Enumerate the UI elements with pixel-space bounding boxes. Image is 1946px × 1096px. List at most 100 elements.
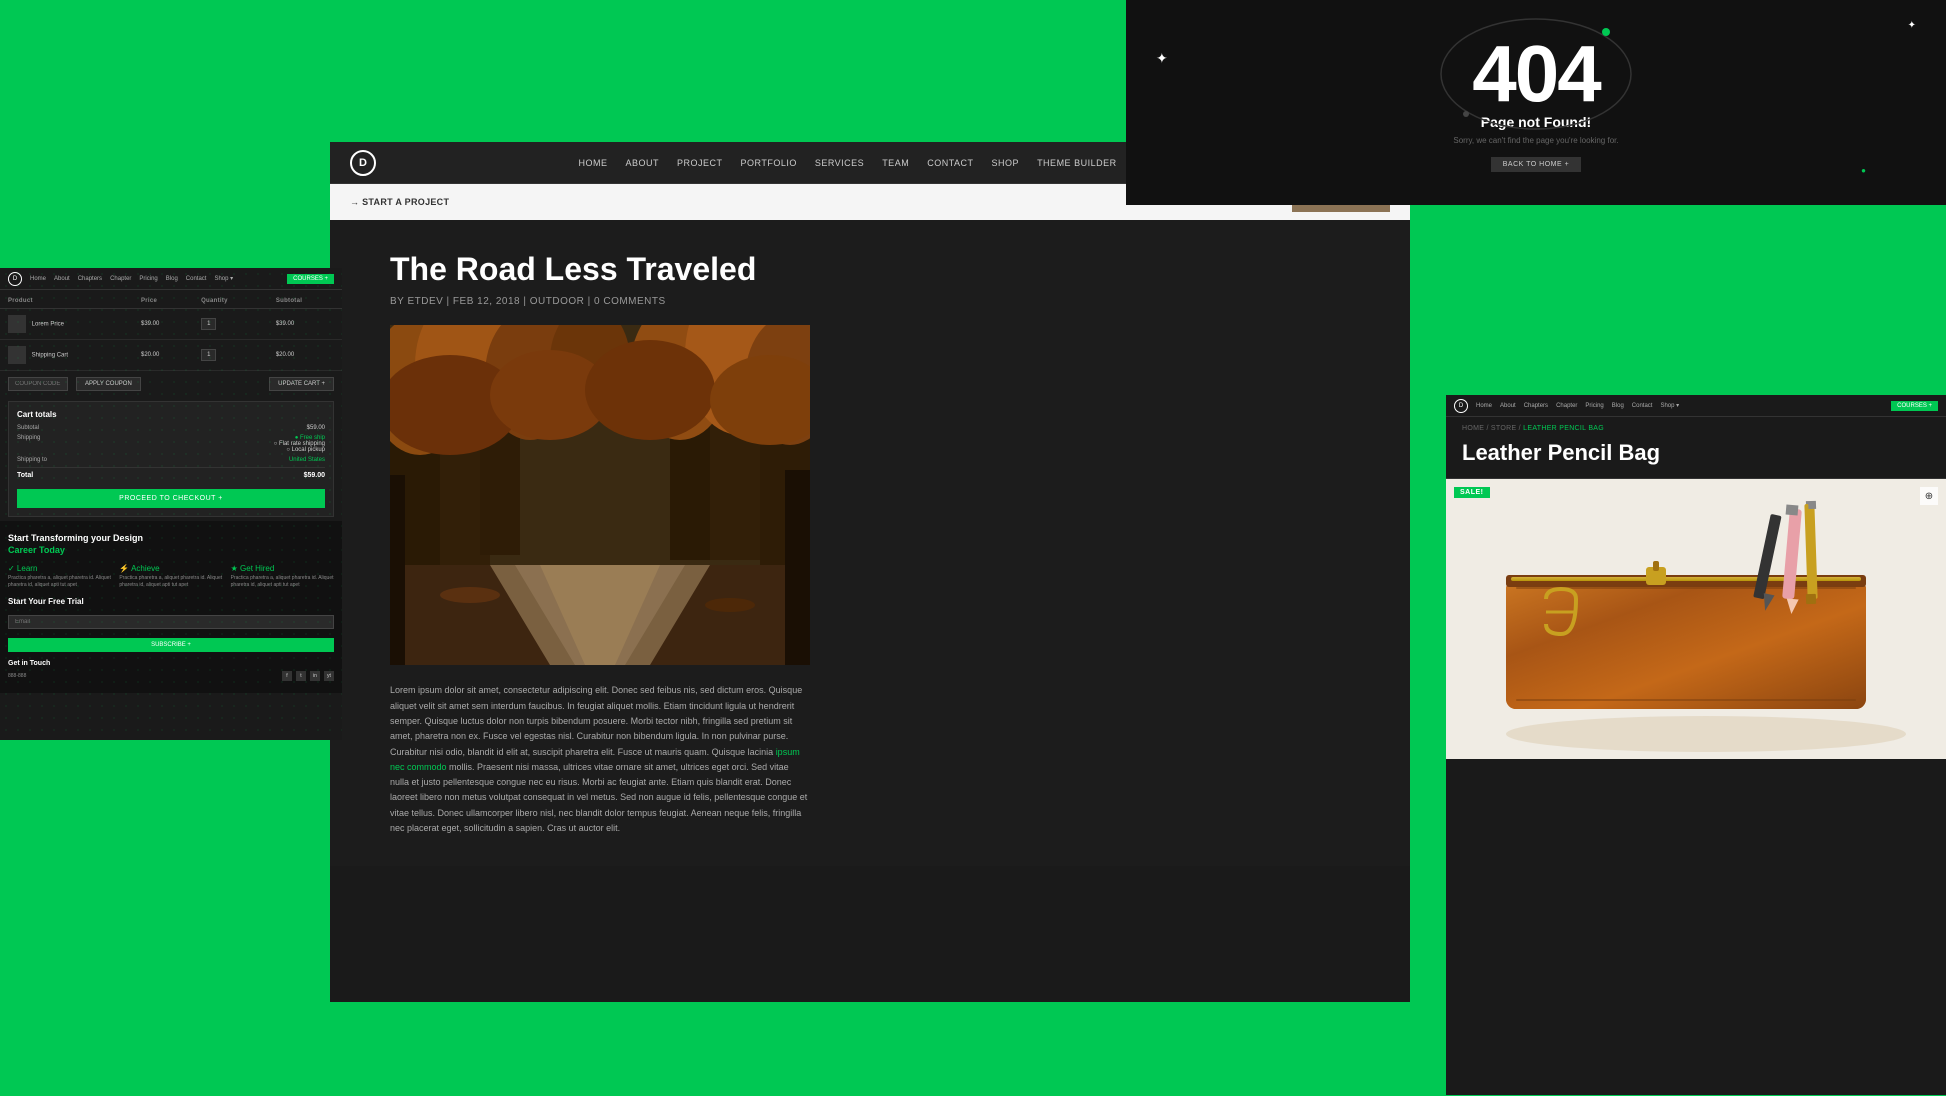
subscribe-button[interactable]: SUBSCRIBE + — [8, 638, 334, 652]
star-right-icon: ✦ — [1908, 20, 1916, 31]
product-image: SALE! ⊕ — [1446, 479, 1946, 759]
brp-nav-shop[interactable]: Shop ▾ — [1660, 402, 1679, 409]
twitter-icon[interactable]: t — [296, 671, 306, 681]
lp-nav-about[interactable]: About — [54, 276, 70, 282]
error-code-text: 404 — [1472, 34, 1599, 114]
free-trial-email-input[interactable] — [8, 615, 334, 629]
blog-body-text: Lorem ipsum dolor sit amet, consectetur … — [390, 683, 810, 836]
nav-link-services[interactable]: SERVICES — [815, 158, 864, 168]
learn-icon: ✓ Learn — [8, 564, 111, 573]
lp-nav-cta[interactable]: COURSES + — [287, 274, 334, 284]
brp-nav-bar: D Home About Chapters Chapter Pricing Bl… — [1446, 395, 1946, 417]
brp-nav-blog[interactable]: Blog — [1612, 403, 1624, 409]
nav-link-theme-builder[interactable]: THEME BUILDER — [1037, 158, 1117, 168]
shipping-to-row: Shipping to United States — [17, 457, 325, 463]
contact-phone: 888-888 — [8, 673, 26, 679]
cart-totals-title: Cart totals — [17, 410, 325, 419]
nav-link-shop[interactable]: SHOP — [992, 158, 1020, 168]
product-thumb-2 — [8, 346, 26, 364]
totals-shipping-row: Shipping ● Free ship ○ Flat rate shippin… — [17, 435, 325, 453]
lp-feature-learn: ✓ Learn Practica pharetra a, aliquet pha… — [8, 564, 111, 589]
start-project-link[interactable]: → START A PROJECT — [350, 197, 449, 207]
lp-bottom-section: Start Transforming your DesignCareer Tod… — [0, 521, 342, 693]
nav-link-contact[interactable]: CONTACT — [927, 158, 973, 168]
error-404-number: 404 — [1453, 34, 1618, 114]
brp-nav-logo: D — [1454, 399, 1468, 413]
star-left-icon: ✦ — [1156, 50, 1168, 67]
brp-nav-about[interactable]: About — [1500, 403, 1516, 409]
zoom-icon[interactable]: ⊕ — [1920, 487, 1938, 505]
achieve-text: Practica pharetra a, aliquet pharetra id… — [119, 575, 222, 589]
brp-nav-pricing[interactable]: Pricing — [1585, 403, 1603, 409]
blog-highlight: ipsum nec commodo — [390, 747, 800, 772]
qty-input-1[interactable]: 1 — [201, 318, 216, 330]
qty-input-2[interactable]: 1 — [201, 349, 216, 361]
lp-nav-chapter[interactable]: Chapter — [110, 276, 131, 282]
nav-link-home[interactable]: HOME — [578, 158, 607, 168]
subtotal-label: Subtotal — [17, 425, 39, 431]
product-breadcrumb: HOME / STORE / LEATHER PENCIL BAG — [1446, 417, 1946, 440]
free-trial-title: Start Your Free Trial — [8, 597, 334, 606]
brp-nav-chapter[interactable]: Chapter — [1556, 403, 1577, 409]
cart-totals: Cart totals Subtotal $59.00 Shipping ● F… — [8, 401, 334, 517]
product-price-2: $20.00 — [133, 340, 193, 371]
cart-col-subtotal: Subtotal — [268, 294, 342, 309]
center-panel: D HOME ABOUT PROJECT PORTFOLIO SERVICES … — [330, 142, 1410, 1002]
achieve-icon: ⚡ Achieve — [119, 564, 222, 573]
lp-feature-hired: ★ Get Hired Practica pharetra a, aliquet… — [231, 564, 334, 589]
top-right-404-panel: ✦ ✦ ● 404 Page not Found! Sorry, we can'… — [1126, 0, 1946, 205]
cart-actions: APPLY COUPON UPDATE CART + — [0, 371, 342, 397]
nav-link-project[interactable]: PROJECT — [677, 158, 723, 168]
contact-row: 888-888 f t in yt — [8, 671, 334, 681]
brp-nav-home[interactable]: Home — [1476, 403, 1492, 409]
back-to-home-button[interactable]: BACK TO HOME + — [1491, 157, 1581, 172]
youtube-icon[interactable]: yt — [324, 671, 334, 681]
facebook-icon[interactable]: f — [282, 671, 292, 681]
brp-nav-contact[interactable]: Contact — [1632, 403, 1653, 409]
star-bottom-icon: ● — [1861, 166, 1866, 175]
center-nav-logo: D — [350, 150, 376, 176]
apply-coupon-button[interactable]: APPLY COUPON — [76, 377, 141, 391]
nav-link-about[interactable]: ABOUT — [625, 158, 659, 168]
cart-col-price: Price — [133, 294, 193, 309]
update-cart-button[interactable]: UPDATE CART + — [269, 377, 334, 391]
nav-link-team[interactable]: TEAM — [882, 158, 909, 168]
lp-features-list: ✓ Learn Practica pharetra a, aliquet pha… — [8, 564, 334, 589]
checkout-button[interactable]: PROCEED TO CHECKOUT + — [17, 489, 325, 508]
lp-bottom-title: Start Transforming your DesignCareer Tod… — [8, 533, 334, 556]
get-in-touch-title: Get in Touch — [8, 660, 334, 667]
bottom-right-product-panel: D Home About Chapters Chapter Pricing Bl… — [1446, 395, 1946, 1095]
nav-link-portfolio[interactable]: PORTFOLIO — [740, 158, 796, 168]
page-not-found-subtitle: Sorry, we can't find the page you're loo… — [1453, 136, 1618, 145]
blog-meta: BY ETDEV | FEB 12, 2018 | OUTDOOR | 0 CO… — [390, 296, 1350, 307]
left-panel: D Home About Chapters Chapter Pricing Bl… — [0, 268, 342, 740]
cart-table: Product Price Quantity Subtotal Lorem Pr… — [0, 294, 342, 371]
error-content: 404 Page not Found! Sorry, we can't find… — [1453, 34, 1618, 172]
lp-nav-pricing[interactable]: Pricing — [139, 276, 157, 282]
brp-nav-chapters[interactable]: Chapters — [1524, 403, 1548, 409]
shipping-options: ● Free ship ○ Flat rate shipping ○ Local… — [274, 435, 325, 453]
coupon-input[interactable] — [8, 377, 68, 391]
breadcrumb-current: LEATHER PENCIL BAG — [1523, 425, 1604, 432]
cart-col-product: Product — [0, 294, 133, 309]
hired-text: Practica pharetra a, aliquet pharetra id… — [231, 575, 334, 589]
lp-nav-contact[interactable]: Contact — [186, 276, 207, 282]
product-subtotal-2: $20.00 — [268, 340, 342, 371]
product-name-1: Lorem Price — [32, 322, 64, 328]
lp-nav-blog[interactable]: Blog — [166, 276, 178, 282]
linkedin-icon[interactable]: in — [310, 671, 320, 681]
blog-content-area: The Road Less Traveled BY ETDEV | FEB 12… — [330, 220, 1410, 866]
lp-nav-home[interactable]: Home — [30, 276, 46, 282]
lp-feature-achieve: ⚡ Achieve Practica pharetra a, aliquet p… — [119, 564, 222, 589]
lp-nav-chapters[interactable]: Chapters — [78, 276, 102, 282]
brp-nav-cta[interactable]: COURSES + — [1891, 401, 1938, 411]
blog-title: The Road Less Traveled — [390, 250, 1350, 288]
table-row: Lorem Price $39.00 1 $39.00 — [0, 309, 342, 340]
lp-nav-shop[interactable]: Shop ▾ — [214, 275, 233, 282]
subtotal-value: $59.00 — [307, 425, 325, 431]
shipping-to-label: Shipping to — [17, 457, 47, 463]
product-subtotal-1: $39.00 — [268, 309, 342, 340]
shipping-to-value: United States — [289, 457, 325, 463]
product-title: Leather Pencil Bag — [1446, 440, 1946, 479]
blog-featured-image — [390, 325, 810, 665]
